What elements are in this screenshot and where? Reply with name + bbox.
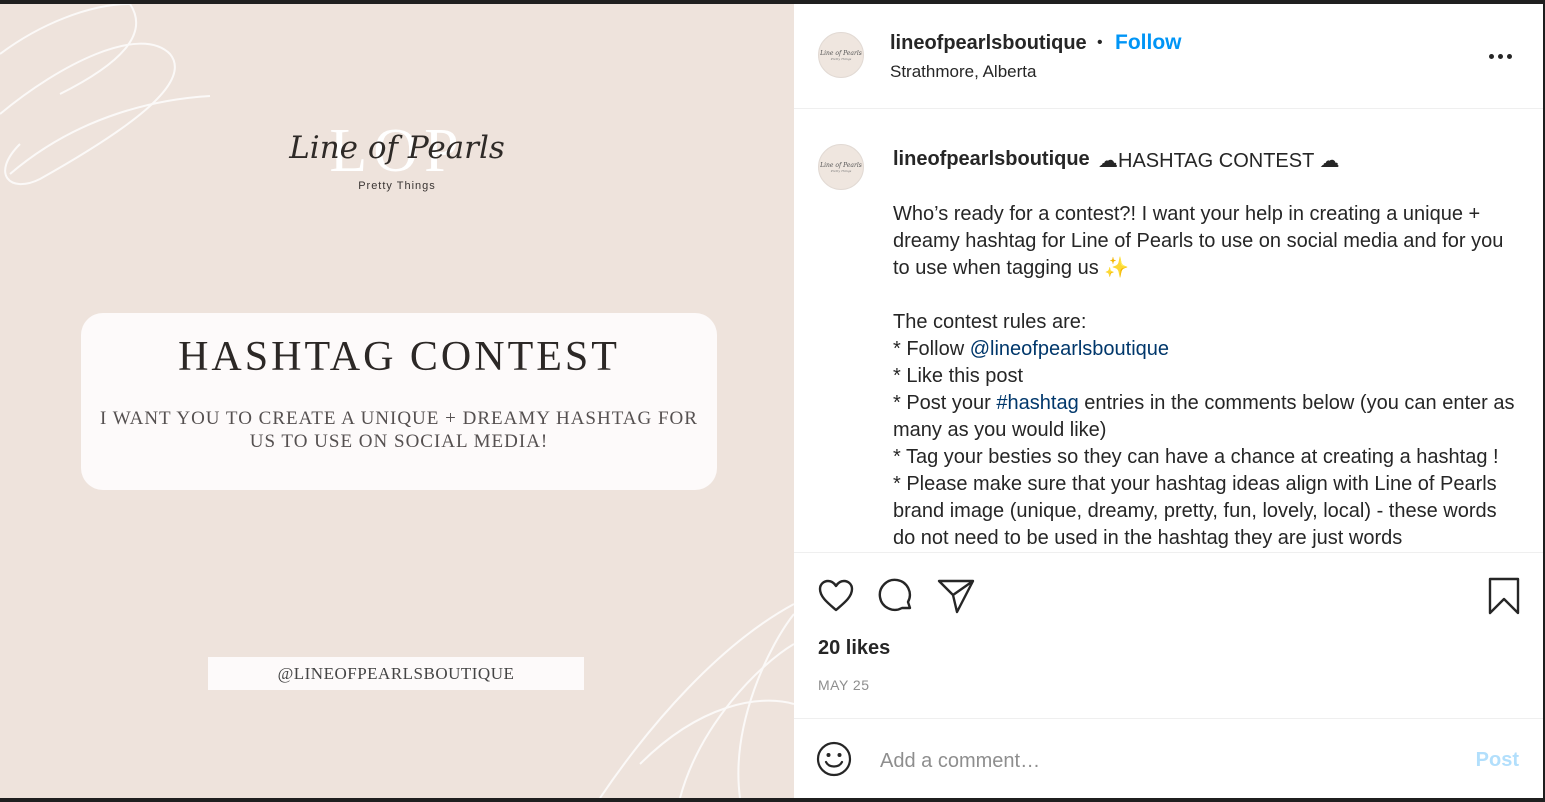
smiley-icon[interactable]	[816, 741, 852, 777]
rule-tag: * Tag your besties so they can have a ch…	[893, 446, 1499, 468]
rule-follow-text: * Follow	[893, 338, 970, 360]
post-side-panel: Line of Pearls Pretty Things lineofpearl…	[794, 4, 1543, 798]
avatar-subtext: Pretty Things	[830, 56, 852, 61]
contest-card: HASHTAG CONTEST I WANT YOU TO CREATE A U…	[81, 313, 717, 490]
post-modal: LOP Line of Pearls Pretty Things HASHTAG…	[0, 4, 1543, 798]
bookmark-icon[interactable]	[1488, 577, 1520, 615]
rules-heading: The contest rules are:	[893, 311, 1087, 333]
caption-title: ☁HASHTAG CONTEST ☁	[1098, 150, 1340, 172]
paper-plane-icon[interactable]	[937, 578, 975, 614]
avatar-text: Line of Pearls	[820, 49, 862, 57]
post-actions: 20 likes MAY 25	[794, 552, 1543, 719]
rule-post-prefix: * Post your	[893, 392, 997, 414]
caption-intro-text: Who’s ready for a contest?! I want your …	[893, 203, 1504, 279]
post-date: MAY 25	[818, 677, 870, 693]
image-handle: @LINEOFPEARLSBOUTIQUE	[208, 657, 584, 690]
rule-like: * Like this post	[893, 365, 1024, 387]
contest-title: HASHTAG CONTEST	[178, 334, 620, 380]
brand-logo: LOP Line of Pearls Pretty Things	[0, 112, 794, 202]
comment-bubble-icon[interactable]	[878, 578, 914, 614]
follow-button[interactable]: Follow	[1115, 31, 1182, 55]
heart-icon[interactable]	[818, 579, 854, 613]
more-options-icon[interactable]	[1489, 54, 1513, 60]
rule-follow: * Follow @lineofpearlsboutique	[893, 336, 1523, 363]
mention-link[interactable]: @lineofpearlsboutique	[970, 338, 1169, 360]
caption-body: Who’s ready for a contest?! I want your …	[893, 201, 1523, 552]
sparkles-icon: ✨	[1104, 257, 1130, 279]
caption-intro: Who’s ready for a contest?! I want your …	[893, 201, 1523, 282]
brand-name: Line of Pearls	[289, 130, 505, 166]
caption-avatar[interactable]: Line of Pearls Pretty Things	[818, 144, 864, 190]
caption-area[interactable]: Line of Pearls Pretty Things lineofpearl…	[794, 109, 1543, 552]
header-separator: •	[1097, 34, 1103, 51]
post-header: Line of Pearls Pretty Things lineofpearl…	[794, 4, 1543, 109]
location-link[interactable]: Strathmore, Alberta	[890, 62, 1036, 82]
rule-post: * Post your #hashtag entries in the comm…	[893, 390, 1523, 444]
avatar-subtext: Pretty Things	[830, 168, 852, 173]
contest-body: I WANT YOU TO CREATE A UNIQUE + DREAMY H…	[100, 408, 698, 452]
avatar[interactable]: Line of Pearls Pretty Things	[818, 32, 864, 78]
comment-input[interactable]	[878, 744, 1442, 778]
comment-bar: Post	[794, 718, 1543, 798]
hashtag-link[interactable]: #hashtag	[996, 392, 1078, 414]
post-image[interactable]: LOP Line of Pearls Pretty Things HASHTAG…	[0, 4, 794, 798]
caption-username[interactable]: lineofpearlsboutique	[893, 148, 1090, 171]
post-comment-button[interactable]: Post	[1476, 749, 1519, 772]
avatar-text: Line of Pearls	[820, 161, 862, 169]
brand-tagline: Pretty Things	[358, 180, 436, 192]
rule-brand: * Please make sure that your hashtag ide…	[893, 473, 1497, 549]
likes-count[interactable]: 20 likes	[818, 637, 890, 660]
header-username[interactable]: lineofpearlsboutique	[890, 32, 1087, 55]
